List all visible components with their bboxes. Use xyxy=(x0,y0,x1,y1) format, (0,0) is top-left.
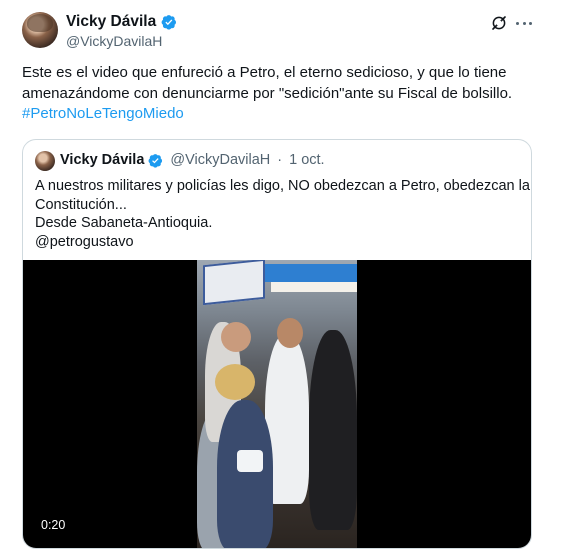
quoted-text-line: Constitución... xyxy=(35,196,127,213)
quoted-text-line: A nuestros militares y policías les digo… xyxy=(35,178,530,194)
video-thumbnail xyxy=(197,260,357,548)
tweet-text: Este es el video que enfureció a Petro, … xyxy=(22,63,542,125)
quoted-avatar xyxy=(35,151,55,171)
video-player[interactable]: 0:20 xyxy=(23,260,531,548)
video-duration: 0:20 xyxy=(41,518,66,532)
verified-badge-icon xyxy=(161,15,177,30)
quoted-date: 1 oct. xyxy=(289,152,325,168)
more-icon[interactable] xyxy=(514,14,534,32)
hashtag-link[interactable]: #PetroNoLeTengoMiedo xyxy=(22,104,542,125)
tweet-text-line: amenazándome con denunciarme por "sedici… xyxy=(22,84,513,102)
author-display-name[interactable]: Vicky Dávila xyxy=(66,13,156,31)
author-handle[interactable]: @VickyDavilaH xyxy=(66,33,162,49)
tweet-text-line: Este es el video que enfureció a Petro, … xyxy=(22,64,507,81)
verified-badge-icon xyxy=(148,153,163,168)
quoted-tweet[interactable]: Vicky Dávila @VickyDavilaH · 1 oct. A nu… xyxy=(22,139,532,549)
tweet: Vicky Dávila @VickyDavilaH Este es el vi… xyxy=(0,0,561,558)
quoted-separator: · xyxy=(277,152,283,168)
author-name-row: Vicky Dávila xyxy=(66,13,177,31)
grok-icon[interactable] xyxy=(490,14,508,32)
quoted-handle: @VickyDavilaH xyxy=(170,152,271,168)
avatar[interactable] xyxy=(22,12,58,48)
quoted-text-line: Desde Sabaneta-Antioquia. xyxy=(35,215,213,231)
quoted-display-name: Vicky Dávila xyxy=(60,152,145,168)
quoted-text: A nuestros militares y policías les digo… xyxy=(35,177,530,251)
quoted-header: Vicky Dávila @VickyDavilaH · 1 oct. xyxy=(60,152,325,168)
quoted-text-line: @petrogustavo xyxy=(35,233,134,250)
